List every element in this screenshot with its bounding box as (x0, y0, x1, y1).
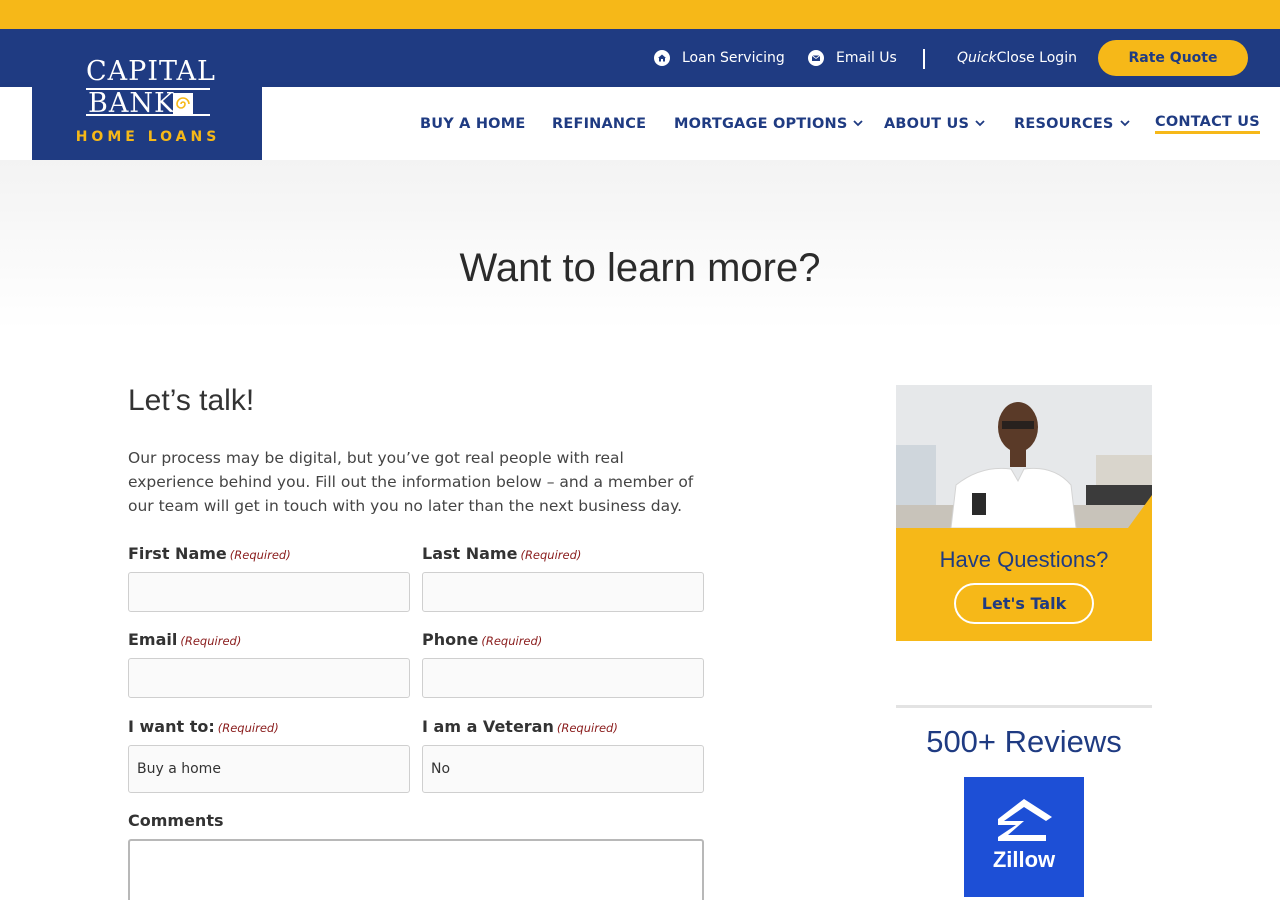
comments-textarea[interactable] (128, 839, 704, 900)
nav-mortgage-options-label: MORTGAGE OPTIONS (674, 115, 848, 132)
want-to-value: Buy a home (137, 761, 221, 777)
nav-contact-us[interactable]: CONTACT US (1155, 87, 1260, 160)
nav-buy-a-home[interactable]: BUY A HOME (420, 87, 525, 160)
veteran-label: I am a Veteran (Required) (422, 717, 618, 736)
zillow-label: Zillow (992, 847, 1056, 872)
required-marker: (Required) (217, 721, 279, 735)
required-marker: (Required) (520, 548, 582, 562)
questions-card: Have Questions? Let's Talk (896, 385, 1152, 641)
comments-label: Comments (128, 811, 224, 830)
first-name-label-text: First Name (128, 544, 227, 563)
email-label: Email (Required) (128, 630, 241, 649)
want-to-select[interactable]: Buy a home (128, 745, 410, 793)
last-name-field[interactable] (422, 572, 704, 612)
last-name-label: Last Name (Required) (422, 544, 581, 563)
lets-talk-button[interactable]: Let's Talk (954, 583, 1094, 624)
logo-rule (86, 88, 210, 90)
required-marker: (Required) (556, 721, 618, 735)
nav-resources[interactable]: RESOURCES (1014, 87, 1130, 160)
phone-label-text: Phone (422, 630, 479, 649)
loan-servicing-label: Loan Servicing (682, 50, 785, 66)
email-us-link[interactable]: Email Us (808, 29, 897, 87)
veteran-label-text: I am a Veteran (422, 717, 554, 736)
form-intro: Our process may be digital, but you’ve g… (128, 449, 694, 515)
close-login-label: Close Login (996, 50, 1077, 66)
first-name-field[interactable] (128, 572, 410, 612)
nav-about-us-label: ABOUT US (884, 115, 970, 132)
required-marker: (Required) (180, 634, 242, 648)
nav-refinance[interactable]: REFINANCE (552, 87, 646, 160)
chevron-down-icon (975, 115, 985, 131)
swirl-icon (173, 93, 193, 115)
form-heading: Let’s talk! (128, 384, 255, 417)
chevron-down-icon (1119, 115, 1130, 131)
nav-resources-label: RESOURCES (1014, 115, 1114, 132)
last-name-label-text: Last Name (422, 544, 518, 563)
lets-talk-label: Let's Talk (981, 594, 1067, 613)
email-field[interactable] (128, 658, 410, 698)
nav-refinance-label: REFINANCE (552, 115, 647, 132)
loan-servicing-link[interactable]: Loan Servicing (654, 29, 785, 87)
zillow-badge[interactable]: Zillow (964, 777, 1084, 897)
want-to-label: I want to: (Required) (128, 717, 279, 736)
reviews-divider (896, 705, 1152, 708)
promo-bar (0, 0, 1280, 29)
logo-subtitle: HOME LOANS (75, 129, 221, 145)
email-us-label: Email Us (836, 50, 897, 66)
email-label-text: Email (128, 630, 178, 649)
home-icon (654, 50, 670, 66)
first-name-label: First Name (Required) (128, 544, 291, 563)
mail-icon (808, 50, 824, 66)
veteran-value: No (431, 761, 451, 777)
nav-contact-us-label: CONTACT US (1155, 114, 1260, 134)
nav-mortgage-options[interactable]: MORTGAGE OPTIONS (674, 87, 864, 160)
rate-quote-button[interactable]: Rate Quote (1098, 40, 1248, 76)
questions-heading: Have Questions? (939, 547, 1109, 572)
person-with-phone-image (896, 385, 1152, 528)
phone-label: Phone (Required) (422, 630, 542, 649)
required-marker: (Required) (229, 548, 291, 562)
quick-label: Quick (957, 50, 997, 66)
veteran-select[interactable]: No (422, 745, 704, 793)
chevron-down-icon (853, 115, 864, 131)
logo-line1[interactable]: CAPITAL (86, 56, 216, 87)
advisor-photo (896, 385, 1152, 528)
zillow-logo-icon (998, 799, 1052, 841)
nav-about-us[interactable]: ABOUT US (884, 87, 985, 160)
hero-band (0, 160, 1280, 330)
page-title: Want to learn more? (459, 246, 821, 290)
reviews-title: 500+ Reviews (926, 724, 1122, 759)
required-marker: (Required) (481, 634, 543, 648)
quickclose-login-link[interactable]: Quick Close Login (957, 29, 1077, 87)
rate-quote-label: Rate Quote (1128, 50, 1218, 66)
want-to-label-text: I want to: (128, 717, 215, 736)
utility-divider (923, 49, 925, 69)
phone-field[interactable] (422, 658, 704, 698)
nav-buy-a-home-label: BUY A HOME (420, 115, 526, 132)
